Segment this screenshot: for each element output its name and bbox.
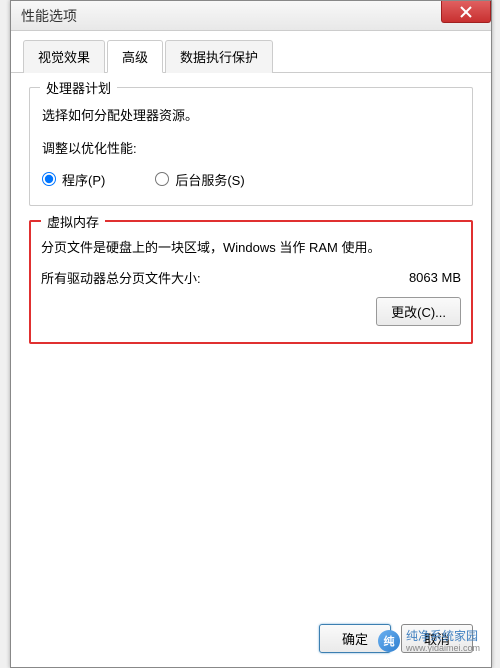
radio-programs[interactable]: 程序(P)	[42, 170, 105, 189]
cancel-button[interactable]: 取消	[401, 624, 473, 653]
processor-group-title: 处理器计划	[40, 78, 117, 97]
titlebar: 性能选项	[11, 1, 491, 31]
vm-description: 分页文件是硬盘上的一块区域，Windows 当作 RAM 使用。	[41, 238, 461, 259]
change-button[interactable]: 更改(C)...	[376, 297, 461, 326]
window-title: 性能选项	[21, 6, 77, 26]
processor-description: 选择如何分配处理器资源。	[42, 106, 460, 127]
ok-button[interactable]: 确定	[319, 624, 391, 653]
radio-background-input[interactable]	[155, 172, 169, 186]
radio-background-label: 后台服务(S)	[175, 170, 244, 189]
radio-programs-label: 程序(P)	[62, 170, 105, 189]
tab-dep[interactable]: 数据执行保护	[165, 40, 273, 73]
tabstrip: 视觉效果 高级 数据执行保护	[11, 31, 491, 73]
tab-advanced[interactable]: 高级	[107, 40, 163, 73]
processor-radio-row: 程序(P) 后台服务(S)	[42, 170, 460, 189]
radio-background[interactable]: 后台服务(S)	[155, 170, 244, 189]
tab-visual-effects[interactable]: 视觉效果	[23, 40, 105, 73]
tab-content-advanced: 处理器计划 选择如何分配处理器资源。 调整以优化性能: 程序(P) 后台服务(S…	[11, 73, 491, 372]
radio-programs-input[interactable]	[42, 172, 56, 186]
vm-group-title: 虚拟内存	[41, 212, 105, 231]
vm-total-value: 8063 MB	[409, 270, 461, 285]
vm-total-row: 所有驱动器总分页文件大小: 8063 MB	[41, 268, 461, 287]
dialog-button-row: 确定 取消	[319, 624, 473, 653]
adjust-label: 调整以优化性能:	[42, 139, 460, 160]
close-icon	[460, 6, 472, 18]
virtual-memory-group: 虚拟内存 分页文件是硬盘上的一块区域，Windows 当作 RAM 使用。 所有…	[29, 220, 473, 345]
vm-total-label: 所有驱动器总分页文件大小:	[41, 268, 201, 287]
close-button[interactable]	[441, 1, 491, 23]
performance-options-dialog: 性能选项 视觉效果 高级 数据执行保护 处理器计划 选择如何分配处理器资源。 调…	[10, 0, 492, 668]
processor-scheduling-group: 处理器计划 选择如何分配处理器资源。 调整以优化性能: 程序(P) 后台服务(S…	[29, 87, 473, 206]
